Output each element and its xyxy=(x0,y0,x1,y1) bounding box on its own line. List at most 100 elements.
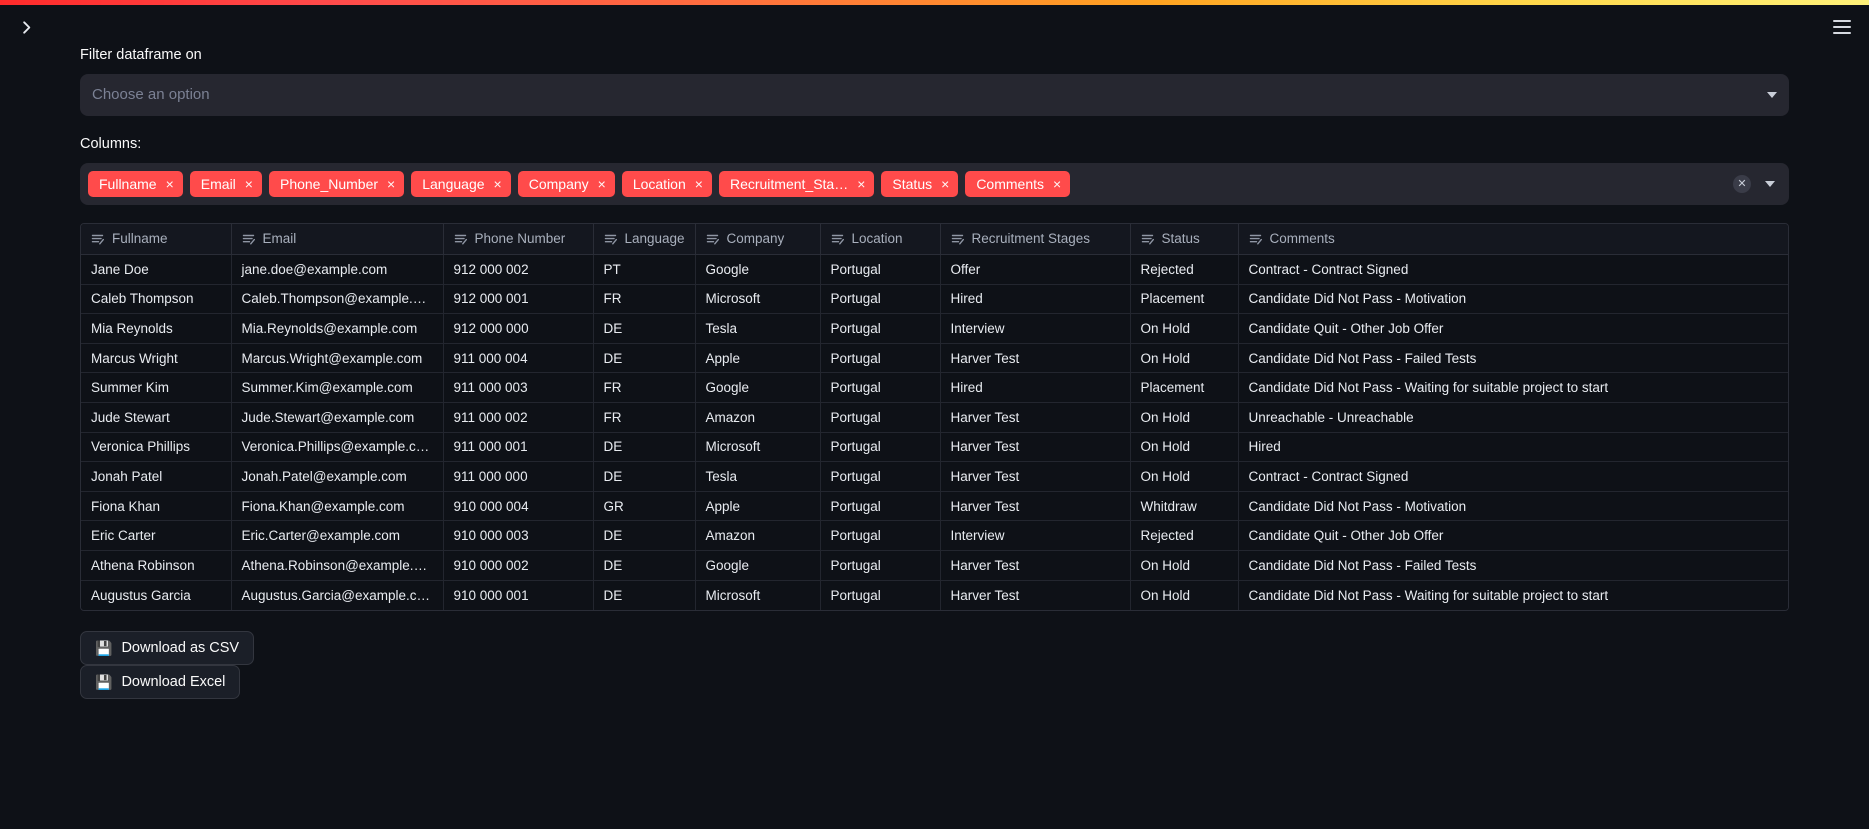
table-cell[interactable]: Athena.Robinson@example.com xyxy=(231,550,444,581)
column-chip[interactable]: Status × xyxy=(881,170,959,197)
column-chip[interactable]: Location × xyxy=(621,170,712,197)
table-cell[interactable]: Amazon xyxy=(695,402,821,433)
table-cell[interactable]: 910 000 004 xyxy=(443,491,594,522)
table-cell[interactable]: Harver Test xyxy=(940,432,1131,463)
table-cell[interactable]: Mia.Reynolds@example.com xyxy=(231,313,444,344)
chip-remove-icon[interactable]: × xyxy=(857,177,865,191)
table-cell[interactable]: DE xyxy=(593,461,696,492)
table-cell[interactable]: 911 000 002 xyxy=(443,402,594,433)
table-cell[interactable]: Jude.Stewart@example.com xyxy=(231,402,444,433)
table-cell[interactable]: Portugal xyxy=(820,580,941,610)
table-cell[interactable]: Jude Stewart xyxy=(81,402,232,433)
table-cell[interactable]: Portugal xyxy=(820,550,941,581)
table-cell[interactable]: Google xyxy=(695,254,821,285)
column-chip[interactable]: Language × xyxy=(411,170,511,197)
table-cell[interactable]: DE xyxy=(593,520,696,551)
chip-remove-icon[interactable]: × xyxy=(941,177,949,191)
table-cell[interactable]: Harver Test xyxy=(940,402,1131,433)
table-row[interactable]: Caleb Thompson Caleb.Thompson@example.com… xyxy=(81,284,1788,315)
dataframe-container[interactable]: Fullname Email Phone Number Language Company… xyxy=(80,222,1789,611)
table-cell[interactable]: Harver Test xyxy=(940,491,1131,522)
table-cell[interactable]: FR xyxy=(593,402,696,433)
table-cell[interactable]: Microsoft xyxy=(695,284,821,315)
table-cell[interactable]: Unreachable - Unreachable xyxy=(1238,402,1788,433)
table-cell[interactable]: Harver Test xyxy=(940,580,1131,610)
table-cell[interactable]: Mia Reynolds xyxy=(81,313,232,344)
table-cell[interactable]: Whitdraw xyxy=(1130,491,1239,522)
table-cell[interactable]: Candidate Did Not Pass - Waiting for sui… xyxy=(1238,372,1788,403)
table-cell[interactable]: Candidate Did Not Pass - Waiting for sui… xyxy=(1238,580,1788,610)
table-cell[interactable]: Amazon xyxy=(695,520,821,551)
table-cell[interactable]: Eric.Carter@example.com xyxy=(231,520,444,551)
table-cell[interactable]: Harver Test xyxy=(940,343,1131,374)
table-cell[interactable]: DE xyxy=(593,580,696,610)
table-cell[interactable]: Jonah.Patel@example.com xyxy=(231,461,444,492)
dataframe-column-header[interactable]: Comments xyxy=(1238,223,1788,255)
table-cell[interactable]: Candidate Quit - Other Job Offer xyxy=(1238,313,1788,344)
chip-remove-icon[interactable]: × xyxy=(695,177,703,191)
table-cell[interactable]: Apple xyxy=(695,343,821,374)
table-cell[interactable]: Portugal xyxy=(820,402,941,433)
chip-remove-icon[interactable]: × xyxy=(494,177,502,191)
table-cell[interactable]: Portugal xyxy=(820,491,941,522)
table-cell[interactable]: Fiona Khan xyxy=(81,491,232,522)
table-cell[interactable]: Placement xyxy=(1130,372,1239,403)
table-cell[interactable]: DE xyxy=(593,313,696,344)
table-cell[interactable]: Portugal xyxy=(820,461,941,492)
table-cell[interactable]: Rejected xyxy=(1130,520,1239,551)
table-cell[interactable]: Hired xyxy=(940,372,1131,403)
table-cell[interactable]: Interview xyxy=(940,520,1131,551)
table-row[interactable]: Athena Robinson Athena.Robinson@example.c… xyxy=(81,550,1788,581)
table-cell[interactable]: Augustus.Garcia@example.com xyxy=(231,580,444,610)
table-cell[interactable]: Harver Test xyxy=(940,550,1131,581)
table-cell[interactable]: Fiona.Khan@example.com xyxy=(231,491,444,522)
table-cell[interactable]: DE xyxy=(593,550,696,581)
table-cell[interactable]: Eric Carter xyxy=(81,520,232,551)
chip-remove-icon[interactable]: × xyxy=(1053,177,1061,191)
table-row[interactable]: Jude Stewart Jude.Stewart@example.com 911 … xyxy=(81,402,1788,433)
table-cell[interactable]: Contract - Contract Signed xyxy=(1238,461,1788,492)
table-cell[interactable]: Google xyxy=(695,372,821,403)
table-cell[interactable]: Summer Kim xyxy=(81,372,232,403)
chip-remove-icon[interactable]: × xyxy=(598,177,606,191)
columns-multiselect[interactable]: Fullname × Email × Phone_Number × Language × Com… xyxy=(80,162,1789,205)
table-cell[interactable]: On Hold xyxy=(1130,402,1239,433)
table-cell[interactable]: DE xyxy=(593,343,696,374)
download-excel-button[interactable]: 💾 Download Excel xyxy=(80,664,241,699)
table-cell[interactable]: Candidate Did Not Pass - Motivation xyxy=(1238,491,1788,522)
table-cell[interactable]: FR xyxy=(593,372,696,403)
table-cell[interactable]: Candidate Quit - Other Job Offer xyxy=(1238,520,1788,551)
table-cell[interactable]: Augustus Garcia xyxy=(81,580,232,610)
dataframe-column-header[interactable]: Status xyxy=(1130,223,1239,255)
chip-remove-icon[interactable]: × xyxy=(387,177,395,191)
table-cell[interactable]: 911 000 001 xyxy=(443,432,594,463)
table-cell[interactable]: Summer.Kim@example.com xyxy=(231,372,444,403)
table-cell[interactable]: DE xyxy=(593,432,696,463)
table-cell[interactable]: Microsoft xyxy=(695,580,821,610)
table-cell[interactable]: Contract - Contract Signed xyxy=(1238,254,1788,285)
table-cell[interactable]: PT xyxy=(593,254,696,285)
table-cell[interactable]: Jonah Patel xyxy=(81,461,232,492)
table-cell[interactable]: Harver Test xyxy=(940,461,1131,492)
column-chip[interactable]: Company × xyxy=(517,170,615,197)
table-cell[interactable]: On Hold xyxy=(1130,550,1239,581)
table-cell[interactable]: Hired xyxy=(1238,432,1788,463)
column-chip[interactable]: Phone_Number × xyxy=(268,170,405,197)
table-cell[interactable]: Rejected xyxy=(1130,254,1239,285)
table-row[interactable]: Augustus Garcia Augustus.Garcia@example.c… xyxy=(81,580,1788,610)
table-cell[interactable]: 912 000 001 xyxy=(443,284,594,315)
table-cell[interactable]: Hired xyxy=(940,284,1131,315)
table-cell[interactable]: 910 000 001 xyxy=(443,580,594,610)
table-cell[interactable]: Candidate Did Not Pass - Failed Tests xyxy=(1238,343,1788,374)
dataframe-column-header[interactable]: Language xyxy=(593,223,696,255)
table-cell[interactable]: Caleb Thompson xyxy=(81,284,232,315)
table-cell[interactable]: Portugal xyxy=(820,432,941,463)
dataframe-column-header[interactable]: Location xyxy=(820,223,941,255)
table-cell[interactable]: Placement xyxy=(1130,284,1239,315)
column-chip[interactable]: Fullname × xyxy=(88,170,183,197)
table-cell[interactable]: 911 000 003 xyxy=(443,372,594,403)
table-cell[interactable]: 912 000 002 xyxy=(443,254,594,285)
column-chip[interactable]: Comments × xyxy=(965,170,1071,197)
table-cell[interactable]: Veronica Phillips xyxy=(81,432,232,463)
dataframe-column-header[interactable]: Company xyxy=(695,223,821,255)
